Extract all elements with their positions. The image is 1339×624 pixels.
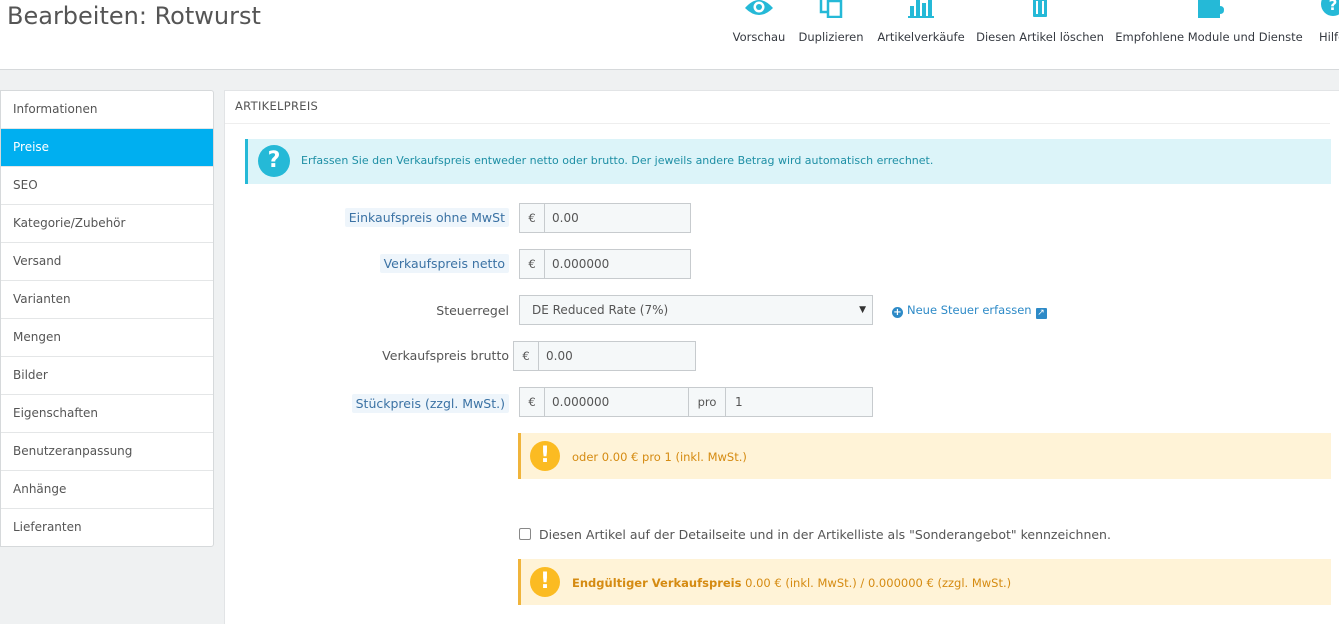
wholesale-price-value[interactable]: 0.00 [552, 204, 579, 232]
sidebar-item-anhaenge[interactable]: Anhänge [1, 471, 213, 509]
bar-chart-icon [908, 0, 934, 18]
svg-text:?: ? [1329, 0, 1338, 14]
eye-icon [745, 0, 773, 15]
info-alert-text: Erfassen Sie den Verkaufspreis entweder … [301, 154, 934, 167]
sales-label: Artikelverkäufe [877, 30, 965, 44]
sidebar-item-benutzeranpassung[interactable]: Benutzeranpassung [1, 433, 213, 471]
header-bar: Bearbeiten: Rotwurst Vorschau Dupliziere… [0, 0, 1339, 70]
duplicate-button[interactable]: Duplizieren [797, 0, 865, 69]
delete-button[interactable]: Diesen Artikel löschen [976, 0, 1104, 69]
net-price-label[interactable]: Verkaufspreis netto [379, 254, 509, 273]
modules-button[interactable]: Empfohlene Module und Dienste [1114, 0, 1304, 69]
duplicate-label: Duplizieren [798, 30, 864, 44]
wholesale-price-label[interactable]: Einkaufspreis ohne MwSt [344, 208, 509, 227]
delete-label: Diesen Artikel löschen [976, 30, 1104, 44]
wholesale-price-input[interactable]: € 0.00 [519, 203, 691, 233]
unit-price-label[interactable]: Stückpreis (zzgl. MwSt.) [351, 394, 509, 413]
gross-price-value[interactable]: 0.00 [546, 342, 573, 370]
sidebar-item-seo[interactable]: SEO [1, 167, 213, 205]
sidebar-item-kategorie[interactable]: Kategorie/Zubehör [1, 205, 213, 243]
unit-per-value[interactable]: 1 [735, 388, 743, 416]
copy-icon [819, 0, 843, 18]
sidebar-item-preise[interactable]: Preise [1, 129, 213, 167]
sidebar-item-varianten[interactable]: Varianten [1, 281, 213, 319]
help-button[interactable]: ? Hilfe [1313, 0, 1339, 69]
help-label: Hilfe [1319, 30, 1339, 44]
puzzle-icon [1198, 0, 1224, 18]
final-price-title: Endgültiger Verkaufspreis [572, 576, 742, 590]
preview-button[interactable]: Vorschau [730, 0, 788, 69]
new-tax-link-text: Neue Steuer erfassen [907, 303, 1032, 317]
tax-rule-label: Steuerregel [436, 303, 509, 318]
trash-icon [1033, 0, 1047, 17]
sales-button[interactable]: Artikelverkäufe [876, 0, 966, 69]
per-addon: pro [689, 388, 726, 416]
sidebar-item-mengen[interactable]: Mengen [1, 319, 213, 357]
currency-addon: € [520, 204, 545, 232]
unit-price-value[interactable]: 0.000000 [552, 388, 609, 416]
sidebar-item-bilder[interactable]: Bilder [1, 357, 213, 395]
sidebar-item-versand[interactable]: Versand [1, 243, 213, 281]
preview-label: Vorschau [732, 30, 786, 44]
final-price-alert: ! Endgültiger Verkaufspreis 0.00 € (inkl… [518, 559, 1331, 605]
unit-price-alert-text: oder 0.00 € pro 1 (inkl. MwSt.) [572, 450, 747, 464]
special-offer-checkbox[interactable] [519, 528, 531, 540]
warning-icon: ! [530, 567, 560, 597]
panel-divider [225, 123, 1330, 124]
gross-price-input[interactable]: € 0.00 [513, 341, 696, 371]
unit-price-alert: ! oder 0.00 € pro 1 (inkl. MwSt.) [518, 433, 1331, 479]
special-offer-row: Diesen Artikel auf der Detailseite und i… [519, 527, 1111, 542]
sidebar-item-informationen[interactable]: Informationen [1, 91, 213, 129]
sidebar-item-lieferanten[interactable]: Lieferanten [1, 509, 213, 546]
info-alert: ? Erfassen Sie den Verkaufspreis entwede… [245, 139, 1331, 184]
currency-addon: € [514, 342, 539, 370]
external-link-icon: ↗ [1035, 308, 1047, 319]
unit-price-input[interactable]: € 0.000000 [519, 387, 689, 417]
unit-per-input[interactable]: pro 1 [688, 387, 873, 417]
sidebar-item-eigenschaften[interactable]: Eigenschaften [1, 395, 213, 433]
price-panel: ARTIKELPREIS ? Erfassen Sie den Verkaufs… [224, 90, 1339, 624]
special-offer-label: Diesen Artikel auf der Detailseite und i… [539, 527, 1111, 542]
panel-heading: ARTIKELPREIS [235, 99, 319, 113]
currency-addon: € [520, 250, 545, 278]
warning-icon: ! [530, 441, 560, 471]
final-price-alert-text: Endgültiger Verkaufspreis 0.00 € (inkl. … [572, 576, 1011, 590]
currency-addon: € [520, 388, 545, 416]
tax-rule-selected: DE Reduced Rate (7%) [532, 303, 669, 317]
tax-rule-select[interactable]: DE Reduced Rate (7%) ▼ [519, 295, 873, 325]
question-icon: ? [258, 145, 290, 177]
gross-price-label: Verkaufspreis brutto [382, 348, 509, 363]
help-icon: ? [1321, 0, 1339, 16]
final-price-values: 0.00 € (inkl. MwSt.) / 0.000000 € (zzgl.… [741, 576, 1012, 590]
chevron-down-icon: ▼ [859, 305, 866, 315]
net-price-input[interactable]: € 0.000000 [519, 249, 691, 279]
product-tabs-sidebar: Informationen Preise SEO Kategorie/Zubeh… [0, 90, 214, 547]
net-price-value[interactable]: 0.000000 [552, 250, 609, 278]
toolbar: Vorschau Duplizieren Artikelverkäufe Die… [0, 0, 1339, 69]
new-tax-link[interactable]: + Neue Steuer erfassen ↗ [892, 303, 1047, 319]
modules-label: Empfohlene Module und Dienste [1115, 30, 1303, 44]
plus-circle-icon: + [892, 307, 903, 318]
